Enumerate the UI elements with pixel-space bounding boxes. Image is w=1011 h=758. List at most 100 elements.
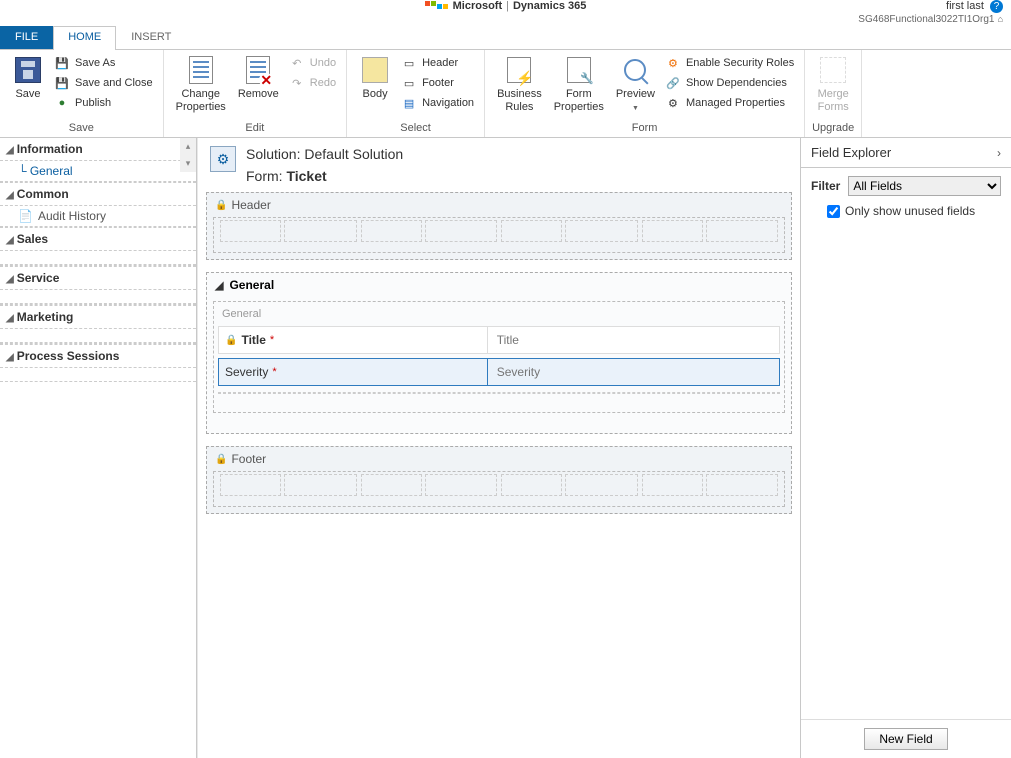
navigation-icon: ▤: [401, 95, 417, 111]
general-inner[interactable]: General 🔒 Title * Severity: [213, 301, 785, 413]
section-sales[interactable]: ◢Sales: [0, 228, 196, 251]
merge-forms-button[interactable]: Merge Forms: [811, 52, 855, 116]
field-explorer-header: Field Explorer ›: [801, 138, 1011, 168]
nav-general[interactable]: └ General: [0, 161, 196, 181]
field-input-severity[interactable]: [488, 358, 780, 386]
ribbon-group-form: Business Rules Form Properties Preview ▼…: [485, 50, 805, 137]
empty-field-row[interactable]: [218, 392, 780, 394]
field-row-title[interactable]: 🔒 Title *: [218, 326, 780, 354]
remove-icon: [242, 54, 274, 86]
section-information[interactable]: ◢Information: [0, 138, 196, 161]
header-cells[interactable]: [213, 217, 785, 253]
dependencies-icon: 🔗: [665, 75, 681, 91]
field-label-title: 🔒 Title *: [218, 326, 488, 354]
remove-button[interactable]: Remove: [232, 52, 285, 103]
show-dependencies-button[interactable]: 🔗Show Dependencies: [661, 74, 798, 92]
ribbon-group-form-label: Form: [491, 120, 798, 137]
publish-button[interactable]: ●Publish: [50, 94, 157, 112]
navigation-button[interactable]: ▤Navigation: [397, 94, 478, 112]
field-list[interactable]: [801, 226, 1011, 720]
preview-button[interactable]: Preview ▼: [610, 52, 661, 117]
ribbon-group-save: Save 💾Save As 💾Save and Close ●Publish S…: [0, 50, 164, 137]
footer-button[interactable]: ▭Footer: [397, 74, 478, 92]
canvas-scroll[interactable]: 🔒Header ◢General General 🔒 Title: [198, 192, 800, 758]
business-rules-button[interactable]: Business Rules: [491, 52, 548, 116]
form-properties-button[interactable]: Form Properties: [548, 52, 610, 116]
unused-fields-label: Only show unused fields: [845, 204, 975, 218]
form-general-section[interactable]: ◢General General 🔒 Title *: [206, 272, 792, 434]
form-properties-icon: [563, 54, 595, 86]
unused-fields-row[interactable]: Only show unused fields: [801, 204, 1011, 226]
tab-home[interactable]: HOME: [53, 26, 116, 49]
preview-icon: [619, 54, 651, 86]
title-input[interactable]: [491, 330, 776, 350]
section-common[interactable]: ◢Common: [0, 183, 196, 206]
form-footer-label: 🔒Footer: [207, 447, 791, 471]
form-title: Form: Ticket: [246, 168, 403, 184]
save-and-close-button[interactable]: 💾Save and Close: [50, 74, 157, 92]
ribbon-group-edit-label: Edit: [170, 120, 340, 137]
undo-button[interactable]: ↶Undo: [285, 54, 340, 72]
lock-icon: 🔒: [215, 200, 227, 211]
section-service[interactable]: ◢Service: [0, 267, 196, 290]
redo-button[interactable]: ↷Redo: [285, 74, 340, 92]
brand-center: Microsoft | Dynamics 365: [425, 0, 587, 12]
save-as-icon: 💾: [54, 55, 70, 71]
footer-icon: ▭: [401, 75, 417, 91]
save-close-icon: 💾: [54, 75, 70, 91]
org-home-icon[interactable]: ⌂: [998, 14, 1003, 24]
footer-cells[interactable]: [213, 471, 785, 507]
header-icon: ▭: [401, 55, 417, 71]
body-button[interactable]: Body: [353, 52, 397, 103]
filter-select[interactable]: All Fields: [848, 176, 1001, 196]
field-input-title[interactable]: [488, 326, 780, 354]
brand-product: Dynamics 365: [513, 0, 586, 12]
general-sublabel: General: [218, 306, 780, 326]
header-button[interactable]: ▭Header: [397, 54, 478, 72]
save-button[interactable]: Save: [6, 52, 50, 103]
form-header-section[interactable]: 🔒Header: [206, 192, 792, 260]
form-header-label: 🔒Header: [207, 193, 791, 217]
change-properties-button[interactable]: Change Properties: [170, 52, 232, 116]
managed-properties-button[interactable]: ⚙Managed Properties: [661, 94, 798, 112]
help-icon[interactable]: ?: [990, 0, 1003, 13]
left-scroll[interactable]: ▴▾: [180, 138, 196, 172]
enable-security-roles-button[interactable]: ⚙Enable Security Roles: [661, 54, 798, 72]
form-icon: ⚙: [210, 146, 236, 172]
publish-icon: ●: [54, 95, 70, 111]
lock-icon: 🔒: [215, 454, 227, 465]
save-icon: [12, 54, 44, 86]
lock-icon: 🔒: [225, 335, 237, 346]
required-icon: *: [272, 366, 276, 378]
security-roles-icon: ⚙: [665, 55, 681, 71]
ribbon: Save 💾Save As 💾Save and Close ●Publish S…: [0, 50, 1011, 138]
section-marketing[interactable]: ◢Marketing: [0, 306, 196, 329]
section-process-sessions[interactable]: ◢Process Sessions: [0, 345, 196, 368]
main-area: ▴▾ ◢Information └ General ◢Common 📄Audit…: [0, 138, 1011, 758]
merge-forms-icon: [817, 54, 849, 86]
solution-title: Solution: Default Solution: [246, 146, 403, 162]
chevron-down-icon: ▼: [632, 102, 639, 115]
chevron-right-icon[interactable]: ›: [997, 146, 1001, 160]
form-general-label: ◢General: [207, 273, 791, 297]
form-footer-section[interactable]: 🔒Footer: [206, 446, 792, 514]
ribbon-group-upgrade-label: Upgrade: [811, 120, 855, 137]
tab-file[interactable]: FILE: [0, 26, 53, 49]
nav-audit-history[interactable]: 📄Audit History: [0, 206, 196, 226]
unused-fields-checkbox[interactable]: [827, 205, 840, 218]
brand-user-area: first last ? SG468Functional3022TI1Org1 …: [858, 0, 1003, 26]
managed-properties-icon: ⚙: [665, 95, 681, 111]
tab-row: FILE HOME INSERT: [0, 26, 1011, 50]
save-as-button[interactable]: 💾Save As: [50, 54, 157, 72]
ribbon-group-upgrade: Merge Forms Upgrade: [805, 50, 862, 137]
field-row-severity[interactable]: Severity *: [218, 358, 780, 386]
new-field-button[interactable]: New Field: [864, 728, 947, 750]
ribbon-group-save-label: Save: [6, 120, 157, 137]
canvas-panel: ⚙ Solution: Default Solution Form: Ticke…: [197, 138, 800, 758]
canvas-header: ⚙ Solution: Default Solution Form: Ticke…: [198, 138, 800, 192]
undo-icon: ↶: [289, 55, 305, 71]
brand-bar: Microsoft | Dynamics 365 first last ? SG…: [0, 0, 1011, 14]
tab-insert[interactable]: INSERT: [116, 26, 186, 49]
severity-input[interactable]: [491, 362, 776, 382]
body-icon: [359, 54, 391, 86]
